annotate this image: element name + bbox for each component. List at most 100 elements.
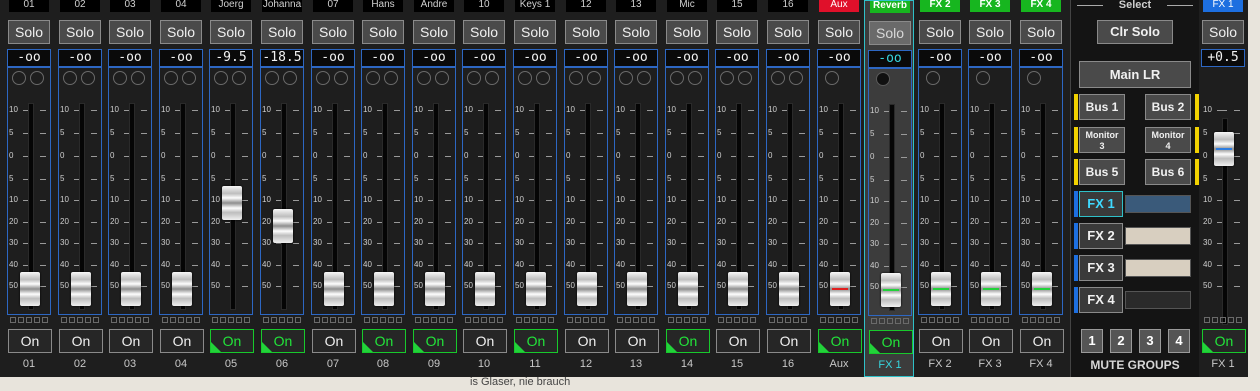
solo-button[interactable]: Solo	[1202, 20, 1244, 44]
on-button[interactable]: On	[615, 329, 659, 353]
clr-solo-button[interactable]: Clr Solo	[1097, 20, 1173, 44]
solo-button[interactable]: Solo	[8, 20, 50, 44]
channel-name[interactable]: Andre	[414, 0, 454, 12]
fx-select-button[interactable]: FX 1	[1079, 191, 1123, 217]
fader-knob[interactable]	[374, 272, 394, 306]
bus-button[interactable]: Bus 2	[1145, 94, 1191, 120]
solo-button[interactable]: Solo	[160, 20, 202, 44]
solo-button[interactable]: Solo	[615, 20, 657, 44]
on-button[interactable]: On	[514, 329, 558, 353]
solo-button[interactable]: Solo	[565, 20, 607, 44]
channel-name[interactable]: 16	[768, 0, 808, 12]
mute-group-button[interactable]: 2	[1110, 329, 1132, 353]
channel-name[interactable]: Mic	[667, 0, 707, 12]
fader-knob[interactable]	[121, 272, 141, 306]
bus-button[interactable]: Monitor 4	[1145, 127, 1191, 153]
mute-group-button[interactable]: 4	[1168, 329, 1190, 353]
solo-button[interactable]: Solo	[59, 20, 101, 44]
on-button[interactable]: On	[413, 329, 457, 353]
on-button[interactable]: On	[1202, 329, 1246, 353]
channel-name[interactable]: 07	[313, 0, 353, 12]
channel-name[interactable]: 12	[566, 0, 606, 12]
on-button[interactable]: On	[818, 329, 862, 353]
solo-button[interactable]: Solo	[210, 20, 252, 44]
fx-select-button[interactable]: FX 4	[1079, 287, 1123, 313]
fader-knob[interactable]	[577, 272, 597, 306]
channel-name[interactable]: 03	[110, 0, 150, 12]
solo-button[interactable]: Solo	[514, 20, 556, 44]
on-button[interactable]: On	[8, 329, 52, 353]
fader-knob[interactable]	[324, 272, 344, 306]
fader-knob[interactable]	[779, 272, 799, 306]
fader-knob[interactable]	[71, 272, 91, 306]
solo-button[interactable]: Solo	[716, 20, 758, 44]
channel-name[interactable]: Johanna	[262, 0, 302, 12]
solo-button[interactable]: Solo	[767, 20, 809, 44]
solo-button[interactable]: Solo	[413, 20, 455, 44]
fader-knob[interactable]	[475, 272, 495, 306]
channel-name[interactable]: 04	[161, 0, 201, 12]
solo-button[interactable]: Solo	[818, 20, 860, 44]
bus-button[interactable]: Bus 1	[1079, 94, 1125, 120]
on-button[interactable]: On	[463, 329, 507, 353]
main-lr-button[interactable]: Main LR	[1079, 61, 1191, 88]
fader-knob[interactable]	[931, 272, 951, 306]
fader-knob[interactable]	[273, 209, 293, 243]
channel-name[interactable]: 02	[60, 0, 100, 12]
on-button[interactable]: On	[109, 329, 153, 353]
channel-name[interactable]: 13	[616, 0, 656, 12]
bus-button[interactable]: Bus 5	[1079, 159, 1125, 185]
on-button[interactable]: On	[869, 330, 913, 354]
fader-knob[interactable]	[222, 186, 242, 220]
channel-name[interactable]: FX 4	[1021, 0, 1061, 12]
channel-name[interactable]: Joerg	[211, 0, 251, 12]
solo-button[interactable]: Solo	[109, 20, 151, 44]
channel-name[interactable]: Hans	[363, 0, 403, 12]
on-button[interactable]: On	[666, 329, 710, 353]
on-button[interactable]: On	[59, 329, 103, 353]
channel-name[interactable]: 10	[464, 0, 504, 12]
channel-name[interactable]: FX 2	[920, 0, 960, 12]
fader-knob[interactable]	[1032, 272, 1052, 306]
channel-name[interactable]: FX 3	[970, 0, 1010, 12]
fader-knob[interactable]	[678, 272, 698, 306]
fader-knob[interactable]	[526, 272, 546, 306]
fader-knob[interactable]	[981, 272, 1001, 306]
on-button[interactable]: On	[767, 329, 811, 353]
channel-name[interactable]: Aux	[819, 0, 859, 12]
fader-knob[interactable]	[1214, 132, 1234, 166]
fx-select-button[interactable]: FX 2	[1079, 223, 1123, 249]
solo-button[interactable]: Solo	[969, 20, 1011, 44]
channel-name[interactable]: 01	[9, 0, 49, 12]
mute-group-button[interactable]: 3	[1139, 329, 1161, 353]
channel-name[interactable]: FX 1	[1203, 0, 1243, 12]
fader-knob[interactable]	[881, 273, 901, 307]
solo-button[interactable]: Solo	[312, 20, 354, 44]
on-button[interactable]: On	[261, 329, 305, 353]
fader-knob[interactable]	[425, 272, 445, 306]
channel-name[interactable]: Keys 1	[515, 0, 555, 12]
on-button[interactable]: On	[210, 329, 254, 353]
solo-button[interactable]: Solo	[362, 20, 404, 44]
fader-knob[interactable]	[172, 272, 192, 306]
fader-knob[interactable]	[627, 272, 647, 306]
fader-knob[interactable]	[20, 272, 40, 306]
channel-name[interactable]: Reverb	[870, 1, 910, 13]
solo-button[interactable]: Solo	[463, 20, 505, 44]
channel-name[interactable]: 15	[717, 0, 757, 12]
fader-knob[interactable]	[830, 272, 850, 306]
mute-group-button[interactable]: 1	[1081, 329, 1103, 353]
on-button[interactable]: On	[969, 329, 1013, 353]
fader-knob[interactable]	[728, 272, 748, 306]
fx-select-button[interactable]: FX 3	[1079, 255, 1123, 281]
on-button[interactable]: On	[919, 329, 963, 353]
solo-button[interactable]: Solo	[869, 21, 911, 45]
bus-button[interactable]: Monitor 3	[1079, 127, 1125, 153]
on-button[interactable]: On	[1020, 329, 1064, 353]
solo-button[interactable]: Solo	[666, 20, 708, 44]
on-button[interactable]: On	[362, 329, 406, 353]
on-button[interactable]: On	[312, 329, 356, 353]
solo-button[interactable]: Solo	[919, 20, 961, 44]
solo-button[interactable]: Solo	[1020, 20, 1062, 44]
bus-button[interactable]: Bus 6	[1145, 159, 1191, 185]
